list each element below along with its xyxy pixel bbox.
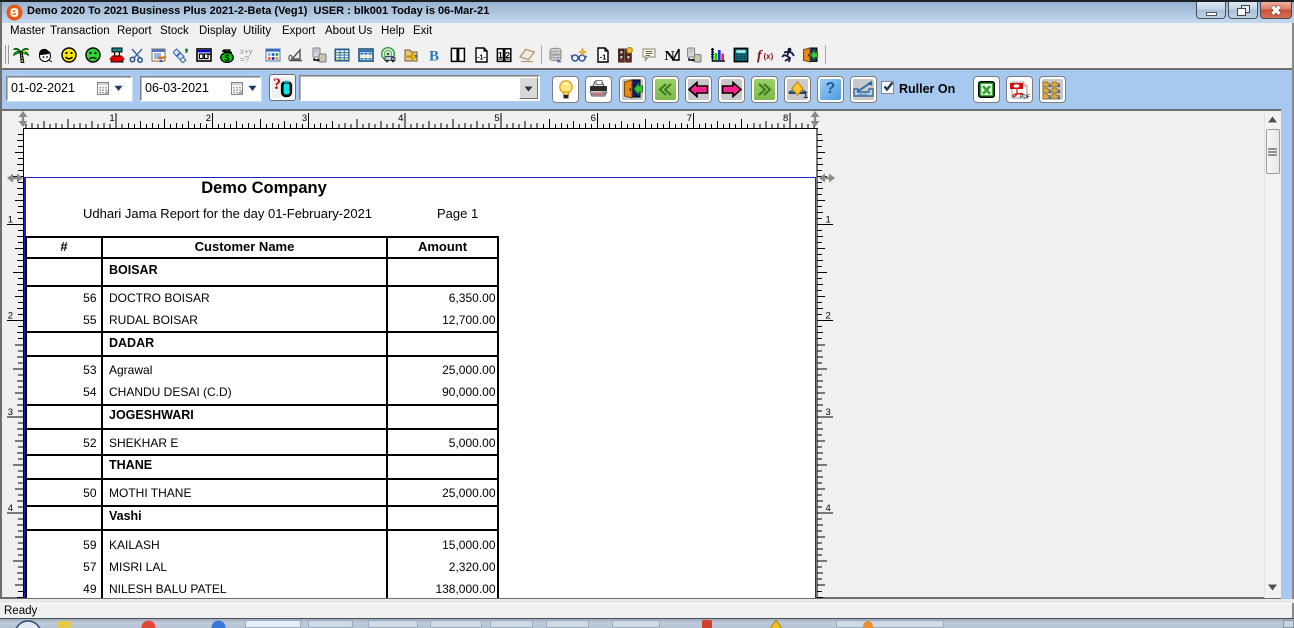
- svg-text:PDF: PDF: [1020, 95, 1030, 101]
- svg-text:B: B: [429, 49, 439, 64]
- svg-text:=?: =?: [240, 55, 250, 63]
- svg-text:1: 1: [803, 90, 808, 99]
- svg-text:-1: -1: [600, 53, 607, 62]
- svg-text:f: f: [757, 49, 763, 64]
- svg-text:-1-: -1-: [477, 55, 486, 62]
- svg-text:(x): (x): [764, 52, 774, 61]
- svg-text:$: $: [224, 53, 229, 63]
- svg-text:N: N: [665, 49, 675, 63]
